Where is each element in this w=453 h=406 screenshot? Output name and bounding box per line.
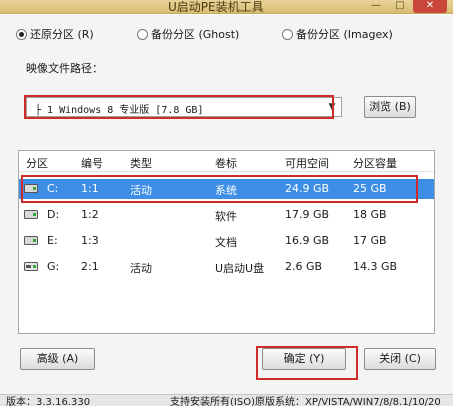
browse-button[interactable]: 浏览 (B): [364, 96, 416, 118]
usb-drive-icon: [24, 262, 38, 271]
table-row[interactable]: E: 1:3 文档 16.9 GB 17 GB: [19, 231, 434, 251]
column-header: 可用空间: [285, 157, 329, 170]
column-header: 分区: [26, 157, 48, 170]
number-cell: 1:1: [81, 182, 99, 195]
mode-options: 还原分区 (R) 备份分区 (Ghost) 备份分区 (Imagex): [16, 26, 436, 44]
support-text: 支持安装所有(ISO)原版系统：XP/VISTA/WIN7/8/8.1/10/2…: [170, 397, 441, 406]
partition-cell: C:: [47, 182, 59, 195]
title-bar: U启动PE装机工具 — □ ✕: [0, 0, 453, 14]
column-header: 编号: [81, 157, 103, 170]
size-cell: 14.3 GB: [353, 260, 398, 273]
image-file-value: ├ 1 Windows 8 专业版 [7.8 GB]: [35, 105, 204, 116]
table-row[interactable]: G: 2:1 活动 U启动U盘 2.6 GB 14.3 GB: [19, 257, 434, 277]
backup-imagex-label: 备份分区 (Imagex): [296, 28, 393, 41]
partition-table: 分区 编号 类型 卷标 可用空间 分区容量 C: 1:1 活动 系统 24.9 …: [18, 150, 435, 334]
table-row[interactable]: D: 1:2 软件 17.9 GB 18 GB: [19, 205, 434, 225]
partition-cell: E:: [47, 234, 58, 247]
free-space-cell: 17.9 GB: [285, 208, 330, 221]
minimize-button[interactable]: —: [365, 0, 387, 13]
maximize-button[interactable]: □: [389, 0, 411, 13]
image-path-label: 映像文件路径：: [26, 62, 103, 75]
chevron-down-icon[interactable]: ▼: [325, 99, 339, 115]
label-cell: 系统: [215, 184, 237, 197]
number-cell: 1:2: [81, 208, 99, 221]
window-controls: — □ ✕: [365, 0, 447, 14]
version-text: 版本：3.3.16.330: [6, 397, 91, 406]
close-button[interactable]: 关闭 (C): [364, 348, 436, 370]
hard-disk-icon: [24, 236, 38, 245]
free-space-cell: 2.6 GB: [285, 260, 323, 273]
column-header: 分区容量: [353, 157, 397, 170]
window-title: U启动PE装机工具: [168, 0, 264, 14]
backup-ghost-label: 备份分区 (Ghost): [151, 28, 240, 41]
partition-cell: G:: [47, 260, 60, 273]
ok-button[interactable]: 确定 (Y): [262, 348, 346, 370]
header-divider: [19, 171, 434, 172]
label-cell: 文档: [215, 236, 237, 249]
advanced-button[interactable]: 高级 (A): [20, 348, 95, 370]
number-cell: 1:3: [81, 234, 99, 247]
partition-cell: D:: [47, 208, 60, 221]
free-space-cell: 16.9 GB: [285, 234, 330, 247]
status-bar: 版本：3.3.16.330 支持安装所有(ISO)原版系统：XP/VISTA/W…: [0, 394, 453, 406]
column-header: 类型: [130, 157, 152, 170]
size-cell: 25 GB: [353, 182, 387, 195]
column-header: 卷标: [215, 157, 237, 170]
size-cell: 18 GB: [353, 208, 387, 221]
type-cell: 活动: [130, 262, 152, 275]
restore-partition-label: 还原分区 (R): [30, 28, 94, 41]
radio-unselected-icon: [137, 28, 148, 40]
number-cell: 2:1: [81, 260, 99, 273]
label-cell: U启动U盘: [215, 262, 265, 275]
backup-ghost-radio[interactable]: 备份分区 (Ghost): [137, 26, 239, 42]
restore-partition-radio[interactable]: 还原分区 (R): [16, 26, 94, 42]
label-cell: 软件: [215, 210, 237, 223]
backup-imagex-radio[interactable]: 备份分区 (Imagex): [282, 26, 393, 42]
table-row[interactable]: C: 1:1 活动 系统 24.9 GB 25 GB: [19, 179, 434, 199]
radio-selected-icon: [16, 28, 27, 40]
size-cell: 17 GB: [353, 234, 387, 247]
type-cell: 活动: [130, 184, 152, 197]
hard-disk-icon: [24, 184, 38, 193]
hard-disk-icon: [24, 210, 38, 219]
image-file-select[interactable]: ├ 1 Windows 8 专业版 [7.8 GB] ▼: [26, 97, 342, 117]
close-window-button[interactable]: ✕: [413, 0, 447, 13]
free-space-cell: 24.9 GB: [285, 182, 330, 195]
radio-unselected-icon: [282, 28, 293, 40]
